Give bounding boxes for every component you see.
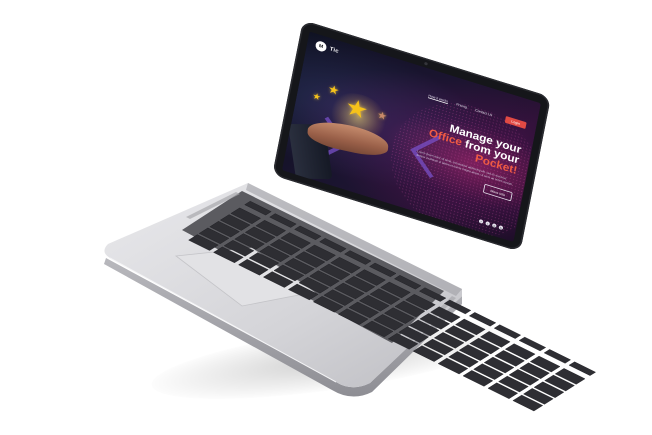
logo-text: Tic [329, 46, 340, 55]
nav-item-pricing[interactable]: Pricing [456, 102, 467, 109]
nav-item-how-it-works[interactable]: How it works [428, 93, 449, 104]
webcam [424, 61, 428, 66]
instagram-icon[interactable]: ◎ [491, 223, 497, 229]
star-icon: ★ [376, 108, 389, 123]
star-icon: ★ [326, 82, 341, 99]
facebook-icon[interactable]: f [478, 218, 484, 224]
laptop-mockup: ★ ★ ★ ★ M Tic How it works Pricing Conta… [0, 0, 652, 435]
star-icon: ★ [311, 91, 322, 103]
logo-mark: M [314, 39, 328, 53]
site-logo[interactable]: M Tic [314, 39, 340, 57]
twitter-icon[interactable]: t [485, 221, 491, 226]
linkedin-icon[interactable]: in [498, 225, 504, 231]
